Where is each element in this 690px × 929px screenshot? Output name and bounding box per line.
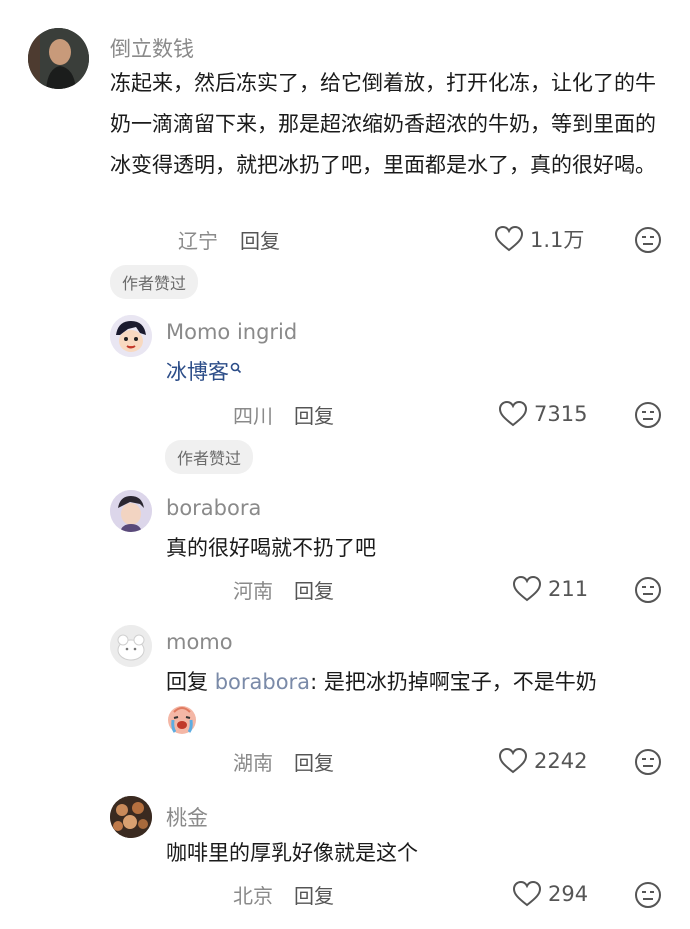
username[interactable]: 桃金 — [166, 802, 208, 832]
avatar[interactable] — [110, 796, 152, 838]
like-count: 2242 — [534, 749, 588, 773]
comment-text: 冻起来，然后冻实了，给它倒着放，打开化冻，让化了的牛奶一滴滴留下来，那是超浓缩奶… — [110, 71, 656, 177]
like-button[interactable]: 7315 — [498, 400, 587, 428]
like-button[interactable]: 294 — [512, 880, 588, 908]
dislike-face-icon[interactable] — [634, 401, 662, 429]
comment-text: 咖啡里的厚乳好像就是这个 — [166, 841, 418, 865]
like-count: 294 — [548, 882, 589, 906]
heart-icon — [498, 747, 528, 774]
comment-location: 四川 — [233, 404, 273, 428]
dislike-face-icon[interactable] — [634, 748, 662, 776]
heart-icon — [512, 880, 542, 907]
avatar[interactable] — [28, 28, 89, 89]
author-liked-badge: 作者赞过 — [165, 440, 254, 474]
username[interactable]: momo — [166, 630, 233, 654]
like-count: 211 — [548, 577, 589, 601]
avatar-image — [110, 490, 152, 532]
author-liked-badge: 作者赞过 — [110, 265, 199, 299]
like-button[interactable]: 211 — [512, 575, 588, 603]
comment-text: 真的很好喝就不扔了吧 — [166, 536, 376, 560]
reply-prefix: 回复 — [166, 670, 208, 694]
comment-location: 湖南 — [233, 751, 273, 775]
like-count: 7315 — [534, 402, 588, 426]
reply-button[interactable]: 回复 — [294, 747, 334, 776]
avatar-image — [110, 315, 152, 357]
comment-location: 辽宁 — [178, 229, 218, 253]
avatar-image — [28, 28, 89, 89]
avatar-image — [110, 625, 152, 667]
dislike-face-icon[interactable] — [634, 576, 662, 604]
heart-icon — [498, 400, 528, 427]
username[interactable]: 倒立数钱 — [110, 33, 194, 63]
avatar-image — [110, 796, 152, 838]
reply-button[interactable]: 回复 — [240, 225, 280, 254]
dislike-face-icon[interactable] — [634, 226, 662, 254]
search-icon[interactable] — [230, 362, 242, 376]
comment-location: 北京 — [233, 884, 273, 908]
username[interactable]: Momo ingrid — [166, 320, 297, 344]
avatar[interactable] — [110, 315, 152, 357]
avatar[interactable] — [110, 490, 152, 532]
reply-button[interactable]: 回复 — [294, 400, 334, 429]
heart-icon — [494, 225, 524, 252]
comment-text: 冰博客 — [166, 352, 242, 393]
reply-button[interactable]: 回复 — [294, 880, 334, 909]
username[interactable]: borabora — [166, 496, 261, 520]
like-count: 1.1万 — [530, 228, 585, 252]
mention-link[interactable]: borabora — [215, 670, 310, 694]
comment-location: 河南 — [233, 579, 273, 603]
search-link[interactable]: 冰博客 — [166, 360, 229, 384]
like-button[interactable]: 1.1万 — [494, 224, 584, 254]
like-button[interactable]: 2242 — [498, 747, 587, 775]
dislike-face-icon[interactable] — [634, 881, 662, 909]
reply-text: : 是把冰扔掉啊宝子，不是牛奶 — [310, 670, 597, 694]
reply-button[interactable]: 回复 — [294, 575, 334, 604]
comment-text: 回复 borabora: 是把冰扔掉啊宝子，不是牛奶 — [166, 662, 666, 703]
heart-icon — [512, 575, 542, 602]
avatar[interactable] — [110, 625, 152, 667]
crying-emoji-icon — [168, 706, 196, 734]
